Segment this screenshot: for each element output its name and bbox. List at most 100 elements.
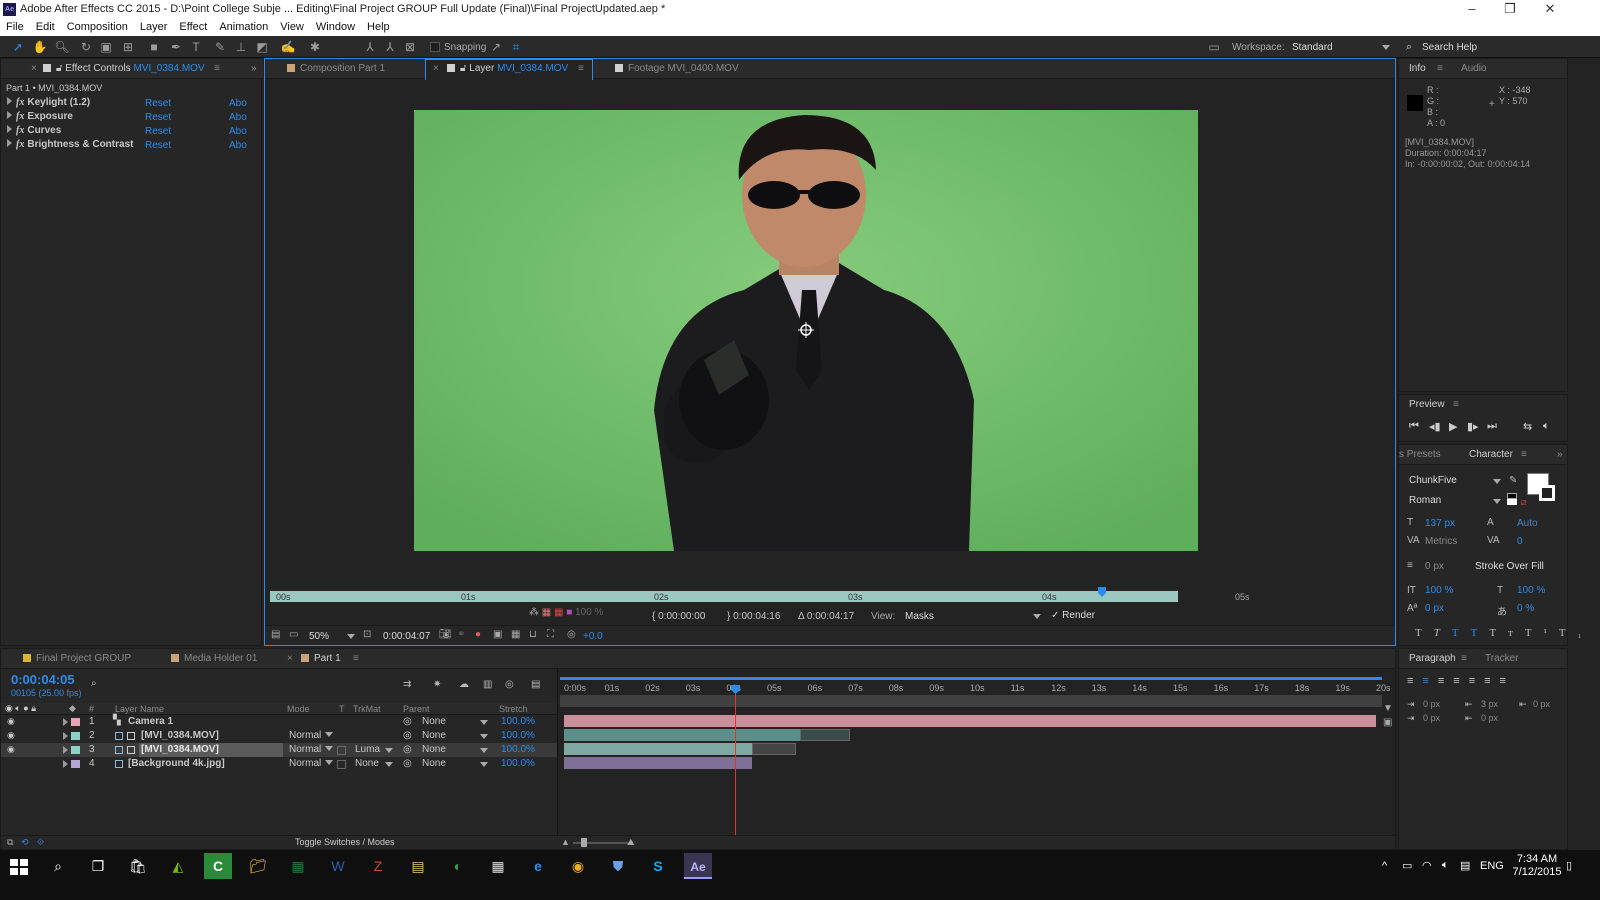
fx-icon[interactable]: fx xyxy=(16,125,24,136)
menu-window[interactable]: Window xyxy=(310,19,361,33)
space-before-value[interactable]: 0 px xyxy=(1423,713,1440,723)
parent-dropdown[interactable]: None xyxy=(422,758,488,769)
faux-italic-icon[interactable]: T xyxy=(1434,627,1452,639)
work-area-bar[interactable] xyxy=(560,677,1382,680)
menu-file[interactable]: File xyxy=(0,19,30,33)
windows-start-icon[interactable] xyxy=(8,856,30,878)
fx-icon[interactable]: fx xyxy=(16,139,24,150)
app-icon[interactable]: ▤ xyxy=(404,853,432,879)
background-layer-bar[interactable] xyxy=(564,757,752,769)
layer-row[interactable]: ◉ 2 [MVI_0384.MOV] Normal ◎ None 100.0% xyxy=(1,729,557,743)
rotation-tool-icon[interactable]: ↻ xyxy=(78,40,94,54)
about-button[interactable]: Abo xyxy=(229,140,247,151)
tab-paragraph[interactable]: Paragraph xyxy=(1409,649,1456,669)
word-icon[interactable]: W xyxy=(324,853,352,879)
zoom-slider-thumb[interactable] xyxy=(581,838,587,847)
file-explorer-icon[interactable]: 📁︎ xyxy=(244,853,272,879)
fx-icon[interactable]: fx xyxy=(16,97,24,108)
kerning-value[interactable]: Metrics xyxy=(1425,536,1457,547)
align-center-icon[interactable]: ≡ xyxy=(1422,675,1437,687)
layer-name[interactable]: [MVI_0384.MOV] xyxy=(141,730,219,741)
tab-comp-part-1[interactable]: Part 1 xyxy=(301,649,341,669)
tab-audio[interactable]: Audio xyxy=(1461,59,1487,79)
tsume-value[interactable]: 0 % xyxy=(1517,603,1534,614)
justify-left-icon[interactable]: ≡ xyxy=(1453,675,1468,687)
layer-bar-options-icon[interactable]: ▣ xyxy=(1383,717,1392,728)
preserve-transparency-checkbox[interactable] xyxy=(337,746,346,755)
tab-effect-controls[interactable]: 🔓︎ Effect Controls MVI_0384.MOV xyxy=(43,59,205,79)
snapping-checkbox[interactable] xyxy=(430,42,440,52)
loop-icon[interactable]: ⇆ xyxy=(1523,420,1532,433)
panel-menu-icon[interactable]: ≡ xyxy=(1461,649,1467,669)
minimize-icon[interactable]: – xyxy=(1452,1,1492,16)
tab-footage[interactable]: Footage MVI_0400.MOV xyxy=(615,59,739,79)
about-button[interactable]: Abo xyxy=(229,98,247,109)
menu-composition[interactable]: Composition xyxy=(61,19,134,33)
expand-triangle-icon[interactable] xyxy=(63,760,68,768)
stroke-width-value[interactable]: 0 px xyxy=(1425,561,1444,572)
matte-footage-layer-bar[interactable] xyxy=(564,743,752,755)
close-tab-icon[interactable]: × xyxy=(31,59,37,79)
expand-triangle-icon[interactable] xyxy=(63,718,68,726)
in-out-duration-icon[interactable]: ⟐ xyxy=(37,837,44,848)
always-preview-icon[interactable]: ▤ xyxy=(271,629,280,640)
mute-audio-icon[interactable]: 🔈︎ xyxy=(1543,420,1550,433)
local-axis-icon[interactable]: ⅄ xyxy=(362,40,378,54)
edge-icon[interactable]: e xyxy=(524,853,552,879)
frame-blending-icon[interactable]: ▥ xyxy=(483,679,492,690)
font-family-dropdown[interactable]: ChunkFive xyxy=(1409,475,1501,486)
tab-layer[interactable]: 🔓︎ Layer MVI_0384.MOV xyxy=(447,59,568,79)
stretch-value[interactable]: 100.0% xyxy=(501,758,535,769)
layer-label-swatch[interactable] xyxy=(71,760,80,768)
roto-brush-tool-icon[interactable]: ✍ xyxy=(280,40,296,54)
reset-button[interactable]: Reset xyxy=(145,112,171,123)
indent-first-line-value[interactable]: 3 px xyxy=(1481,699,1498,709)
graph-editor-icon[interactable]: ▤ xyxy=(531,679,540,690)
panel-menu-icon[interactable]: ≡ xyxy=(578,59,584,79)
menu-help[interactable]: Help xyxy=(361,19,396,33)
layer-out-point[interactable]: } 0:00:04:16 xyxy=(727,611,780,622)
expand-triangle-icon[interactable] xyxy=(7,125,12,133)
draft-3d-icon[interactable]: ✷ xyxy=(433,679,441,690)
justify-right-icon[interactable]: ≡ xyxy=(1484,675,1499,687)
indent-left-value[interactable]: 0 px xyxy=(1423,699,1440,709)
time-navigator[interactable] xyxy=(560,695,1382,707)
panel-menu-icon[interactable]: ≡ xyxy=(1521,445,1527,465)
stroke-color-swatch[interactable] xyxy=(1539,485,1555,501)
chrome-icon[interactable]: ◉ xyxy=(564,853,592,879)
media-icon[interactable]: ▦ xyxy=(484,853,512,879)
panel-menu-icon[interactable]: ≡ xyxy=(353,649,359,669)
expand-layer-switches-icon[interactable]: ⧉ xyxy=(7,837,13,848)
trkmat-dropdown[interactable]: Luma xyxy=(355,744,393,755)
faux-bold-icon[interactable]: T xyxy=(1415,627,1434,639)
magnification-dropdown[interactable]: 50% xyxy=(309,631,357,642)
snapshot-icon[interactable]: 📷︎ xyxy=(439,629,452,640)
render-checkbox[interactable]: ✓ Render xyxy=(1051,610,1095,621)
pick-whip-icon[interactable]: ◎ xyxy=(403,730,412,741)
search-help-input[interactable]: Search Help xyxy=(1422,42,1477,53)
motion-blur-icon[interactable]: ◎ xyxy=(505,679,514,690)
toggle-switches-modes-button[interactable]: Toggle Switches / Modes xyxy=(295,837,395,847)
wifi-icon[interactable]: ◠ xyxy=(1422,859,1432,872)
search-icon[interactable]: ⌕ xyxy=(91,678,97,689)
mode-dropdown[interactable]: Normal xyxy=(289,730,333,741)
close-tab-icon[interactable]: × xyxy=(287,649,293,669)
next-frame-icon[interactable]: ▮▸ xyxy=(1467,420,1479,433)
language-indicator[interactable]: ENG xyxy=(1480,860,1504,872)
hide-shy-layers-icon[interactable]: ☁ xyxy=(459,679,469,690)
current-time-indicator-line[interactable] xyxy=(735,687,736,835)
exposure-percent[interactable]: 100 % xyxy=(575,607,603,618)
parent-dropdown[interactable]: None xyxy=(422,744,488,755)
layer-label-swatch[interactable] xyxy=(71,718,80,726)
puppet-pin-tool-icon[interactable]: ✱ xyxy=(307,40,323,54)
timeline-graph-area[interactable]: 0:00s01s02s03s04s05s06s07s08s09s10s11s12… xyxy=(557,669,1395,835)
justify-all-icon[interactable]: ≡ xyxy=(1500,675,1515,687)
camtasia-icon[interactable]: C xyxy=(204,853,232,879)
restore-icon[interactable]: ❐ xyxy=(1490,1,1530,17)
font-style-dropdown[interactable]: Roman xyxy=(1409,495,1501,506)
brush-tool-icon[interactable]: ✎ xyxy=(212,40,228,54)
tab-preview[interactable]: Preview xyxy=(1409,395,1445,415)
store-icon[interactable]: 🛍︎ xyxy=(124,853,152,879)
preserve-transparency-checkbox[interactable] xyxy=(337,760,346,769)
stretch-value[interactable]: 100.0% xyxy=(501,744,535,755)
